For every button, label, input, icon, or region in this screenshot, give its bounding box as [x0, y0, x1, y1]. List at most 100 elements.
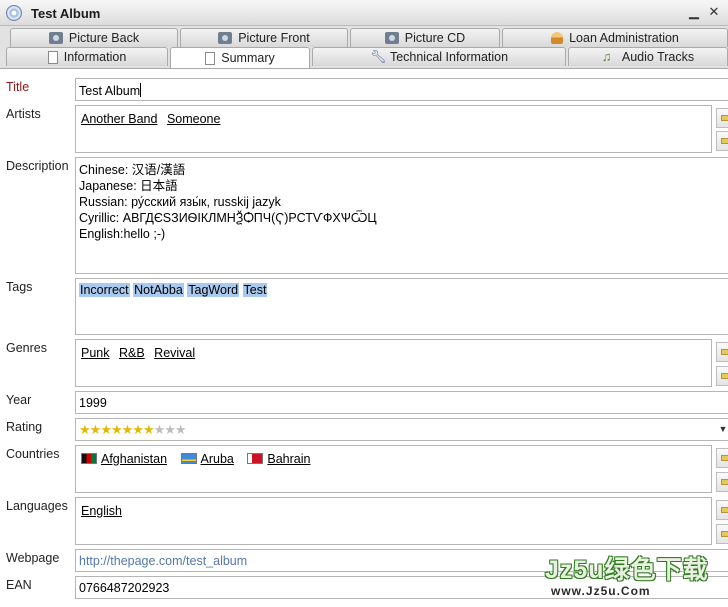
tab-label: Loan Administration	[569, 31, 679, 45]
artists-field[interactable]: Another Band Someone	[75, 105, 712, 153]
document-icon	[205, 51, 216, 65]
artists-label: Artists	[6, 107, 41, 121]
description-line: English:hello ;-)	[79, 227, 166, 241]
star-filled-icon[interactable]: ★	[122, 422, 134, 437]
cd-icon	[6, 5, 22, 21]
country-link[interactable]: Aruba	[201, 452, 234, 466]
star-empty-icon[interactable]: ★	[164, 422, 176, 437]
country-item[interactable]: Afghanistan	[81, 452, 167, 466]
title-field[interactable]: Test Album	[75, 78, 728, 101]
tab-label: Technical Information	[389, 50, 509, 64]
genre-link[interactable]: R&B	[119, 346, 145, 360]
genres-label: Genres	[6, 341, 47, 355]
description-line: Japanese: 日本語	[79, 179, 178, 193]
country-link[interactable]: Afghanistan	[101, 452, 167, 466]
rating-stars[interactable]: ★★★★★★★★★★	[79, 422, 187, 437]
tab-picture-back[interactable]: Picture Back	[10, 28, 178, 47]
tag-item[interactable]: NotAbba	[133, 283, 184, 297]
tab-label: Picture CD	[404, 31, 466, 45]
webpage-value: http://thepage.com/test_album	[79, 554, 248, 568]
artist-link[interactable]: Another Band	[81, 112, 157, 126]
music-note-icon: ♫	[601, 49, 612, 64]
description-line: Chinese: 汉语/漢語	[79, 163, 186, 177]
tags-label: Tags	[6, 280, 33, 294]
webpage-field[interactable]: http://thepage.com/test_album	[75, 549, 728, 572]
star-filled-icon[interactable]: ★	[143, 422, 155, 437]
tab-summary[interactable]: Summary	[170, 47, 310, 68]
year-label: Year	[6, 393, 32, 407]
tab-information[interactable]: Information	[6, 47, 168, 66]
wrench-icon: 🔧︎	[369, 49, 387, 64]
webpage-label: Webpage	[6, 551, 60, 565]
ean-value: 0766487202923	[79, 581, 170, 595]
tab-label: Picture Front	[238, 31, 310, 45]
document-icon	[47, 50, 58, 64]
ean-field[interactable]: 0766487202923	[75, 576, 728, 599]
languages-browse-button[interactable]	[716, 524, 728, 544]
genres-edit-button[interactable]	[716, 342, 728, 362]
languages-label: Languages	[6, 499, 68, 513]
languages-edit-button[interactable]	[716, 500, 728, 520]
title-label: Title	[6, 80, 30, 94]
tab-picture-cd[interactable]: Picture CD	[350, 28, 500, 47]
tag-item[interactable]: Incorrect	[79, 283, 130, 297]
flag-afghanistan-icon	[81, 453, 97, 464]
ean-label: EAN	[6, 578, 32, 592]
country-link[interactable]: Bahrain	[267, 452, 310, 466]
star-filled-icon[interactable]: ★	[111, 422, 123, 437]
tab-technical-information[interactable]: 🔧︎ Technical Information	[312, 47, 566, 66]
tab-label: Information	[63, 50, 127, 64]
window-title: Test Album	[31, 6, 101, 21]
rating-label: Rating	[6, 420, 43, 434]
artist-link[interactable]: Someone	[167, 112, 221, 126]
description-line: Cyrillic: АВГДЄЅЗИѲІКЛМНѮѺПЧ(Ҁ)РСТѴФХѰѾЦ	[79, 211, 377, 225]
countries-label: Countries	[6, 447, 60, 461]
person-icon	[551, 32, 564, 44]
camera-icon	[218, 32, 233, 44]
tags-field[interactable]: Incorrect NotAbba TagWord Test	[75, 278, 728, 335]
star-filled-icon[interactable]: ★	[79, 422, 91, 437]
tab-label: Summary	[221, 51, 275, 65]
artists-edit-button[interactable]	[716, 108, 728, 128]
star-empty-icon[interactable]: ★	[175, 422, 187, 437]
star-filled-icon[interactable]: ★	[132, 422, 144, 437]
star-filled-icon[interactable]: ★	[100, 422, 112, 437]
tab-label: Audio Tracks	[621, 50, 695, 64]
camera-icon	[384, 32, 399, 44]
year-field[interactable]: 1999	[75, 391, 728, 414]
close-icon[interactable]: ✕	[706, 4, 722, 20]
rating-combo[interactable]: ★★★★★★★★★★	[75, 418, 728, 441]
tab-loan-administration[interactable]: Loan Administration	[502, 28, 728, 47]
window-titlebar: Test Album ▁ ✕	[0, 0, 728, 26]
description-line: Russian: ру́сский язы́к, russkij jazyk	[79, 195, 281, 209]
tag-item[interactable]: Test	[242, 283, 268, 297]
countries-field[interactable]: Afghanistan Aruba Bahrain	[75, 445, 712, 493]
languages-field[interactable]: English	[75, 497, 712, 545]
text-caret	[140, 83, 142, 97]
genre-link[interactable]: Revival	[154, 346, 195, 360]
genre-link[interactable]: Punk	[81, 346, 110, 360]
countries-browse-button[interactable]	[716, 472, 728, 492]
genres-field[interactable]: Punk R&B Revival	[75, 339, 712, 387]
camera-icon	[48, 32, 63, 44]
tag-item[interactable]: TagWord	[187, 283, 240, 297]
description-label: Description	[6, 159, 69, 173]
language-link[interactable]: English	[81, 504, 122, 518]
tab-picture-front[interactable]: Picture Front	[180, 28, 348, 47]
genres-browse-button[interactable]	[716, 366, 728, 386]
flag-bahrain-icon	[247, 453, 264, 464]
country-item[interactable]: Aruba	[180, 452, 234, 466]
countries-edit-button[interactable]	[716, 448, 728, 468]
year-value: 1999	[79, 396, 107, 410]
minimize-icon[interactable]: ▁	[686, 4, 702, 20]
title-value: Test Album	[79, 84, 141, 98]
chevron-down-icon[interactable]: ▼	[718, 419, 728, 439]
star-empty-icon[interactable]: ★	[154, 422, 166, 437]
tab-label: Picture Back	[68, 31, 140, 45]
description-textarea[interactable]: Chinese: 汉语/漢語 Japanese: 日本語 Russian: ру…	[75, 157, 728, 274]
tab-audio-tracks[interactable]: ♫ Audio Tracks	[568, 47, 728, 66]
star-filled-icon[interactable]: ★	[90, 422, 102, 437]
artists-browse-button[interactable]	[716, 131, 728, 151]
tab-strip: Picture Back Picture Front Picture CD Lo…	[0, 26, 728, 68]
country-item[interactable]: Bahrain	[247, 452, 310, 466]
